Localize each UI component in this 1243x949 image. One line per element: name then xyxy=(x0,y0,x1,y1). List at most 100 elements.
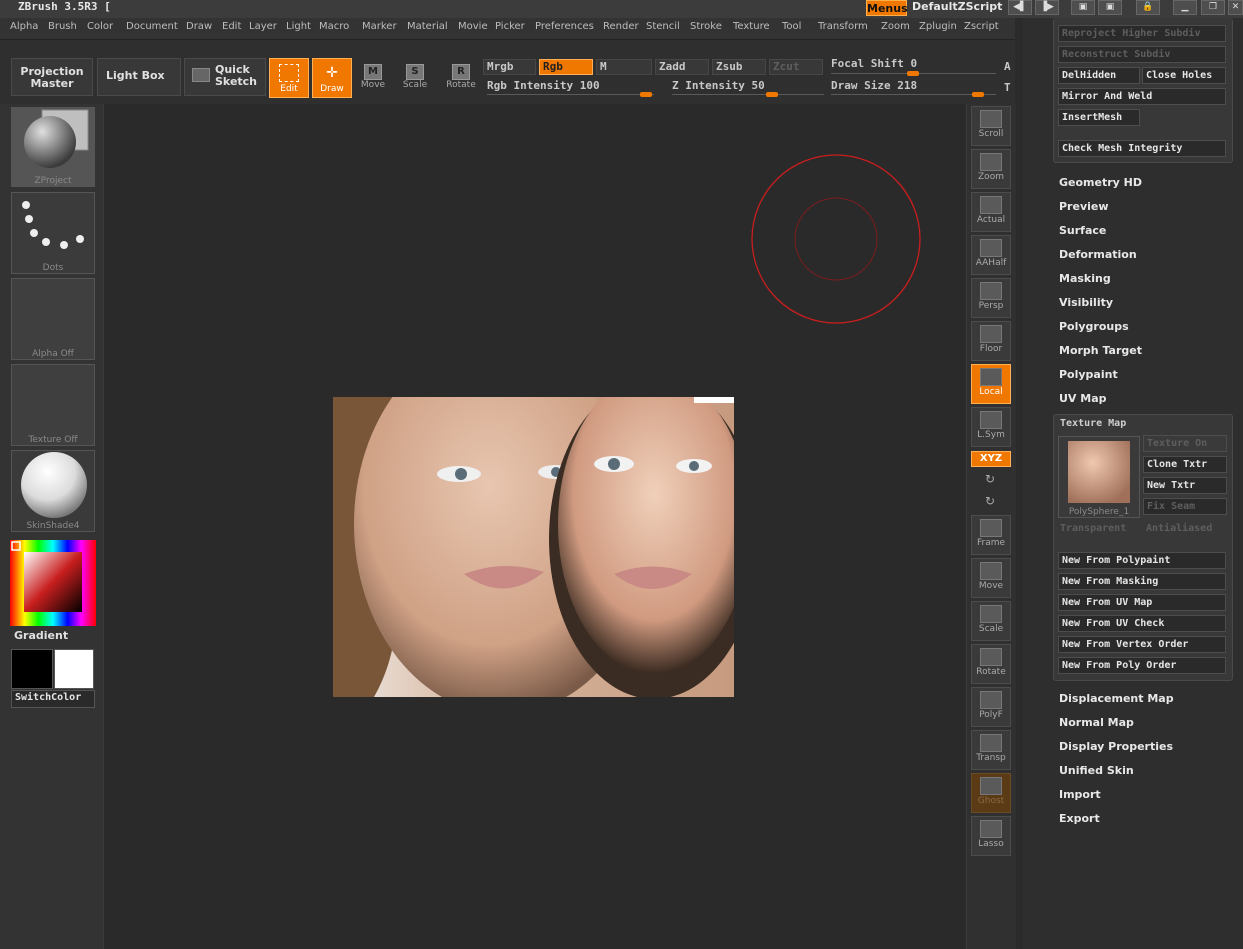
switch-color-button[interactable]: SwitchColor xyxy=(11,690,95,708)
dock-right-icon[interactable]: ▐▶ xyxy=(1035,0,1059,15)
stroke-dots-thumbnail[interactable]: Dots xyxy=(11,192,95,274)
persp-button[interactable]: Persp xyxy=(971,278,1011,318)
m-toggle[interactable]: M xyxy=(596,59,652,75)
gradient-toggle[interactable]: Gradient xyxy=(11,629,95,645)
move-mode-button[interactable]: M Move xyxy=(356,62,390,96)
menu-item-preferences[interactable]: Preferences xyxy=(535,21,594,32)
menu-item-layer[interactable]: Layer xyxy=(249,21,277,32)
zoom-button[interactable]: Zoom xyxy=(971,149,1011,189)
menu-item-marker[interactable]: Marker xyxy=(362,21,397,32)
layout-a-icon[interactable]: ▣ xyxy=(1071,0,1095,15)
menu-item-zplugin[interactable]: Zplugin xyxy=(919,21,957,32)
new-from-polypaint-button[interactable]: New From Polypaint xyxy=(1058,552,1226,569)
rotate-z-axis-icon[interactable]: ↻ xyxy=(985,494,995,508)
focal-shift-knob[interactable] xyxy=(907,71,919,76)
texture-on-toggle[interactable]: Texture On xyxy=(1143,435,1227,452)
new-from-vertex-order-button[interactable]: New From Vertex Order xyxy=(1058,636,1226,653)
z-intensity-slider[interactable] xyxy=(672,94,824,95)
mrgb-toggle[interactable]: Mrgb xyxy=(483,59,536,75)
menu-item-zoom[interactable]: Zoom xyxy=(881,21,910,32)
menu-item-picker[interactable]: Picker xyxy=(495,21,525,32)
menu-item-stencil[interactable]: Stencil xyxy=(646,21,680,32)
menu-item-transform[interactable]: Transform xyxy=(818,21,868,32)
transparent-toggle[interactable]: Transparent xyxy=(1060,523,1126,534)
polyf-button[interactable]: PolyF xyxy=(971,687,1011,727)
move-button[interactable]: Move xyxy=(971,558,1011,598)
draw-size-knob[interactable] xyxy=(972,92,984,97)
menu-item-texture[interactable]: Texture xyxy=(733,21,770,32)
new-from-uv-check-button[interactable]: New From UV Check xyxy=(1058,615,1226,632)
layout-b-icon[interactable]: ▣ xyxy=(1098,0,1122,15)
new-from-uv-map-button[interactable]: New From UV Map xyxy=(1058,594,1226,611)
section-polygroups[interactable]: Polygroups xyxy=(1059,320,1129,333)
scale-button[interactable]: Scale xyxy=(971,601,1011,641)
restore-icon[interactable]: ❐ xyxy=(1201,0,1225,15)
rgb-intensity-slider[interactable] xyxy=(487,94,654,95)
lsym-button[interactable]: L.Sym xyxy=(971,407,1011,447)
z-intensity-knob[interactable] xyxy=(766,92,778,97)
clone-txtr-button[interactable]: Clone Txtr xyxy=(1143,456,1227,473)
rotate-mode-button[interactable]: R Rotate xyxy=(444,62,478,96)
rotate-button[interactable]: Rotate xyxy=(971,644,1011,684)
texture-thumbnail-slot[interactable]: PolySphere_1 xyxy=(1058,436,1140,518)
rgb-toggle[interactable]: Rgb xyxy=(539,59,593,75)
menu-item-draw[interactable]: Draw xyxy=(186,21,212,32)
new-from-masking-button[interactable]: New From Masking xyxy=(1058,573,1226,590)
zcut-toggle[interactable]: Zcut xyxy=(769,59,823,75)
menu-item-stroke[interactable]: Stroke xyxy=(690,21,722,32)
menus-toggle-button[interactable]: Menus xyxy=(866,0,908,16)
section-polypaint[interactable]: Polypaint xyxy=(1059,368,1118,381)
menu-item-macro[interactable]: Macro xyxy=(319,21,349,32)
aahalf-button[interactable]: AAHalf xyxy=(971,235,1011,275)
section-uv-map[interactable]: UV Map xyxy=(1059,392,1107,405)
edit-mode-button[interactable]: Edit xyxy=(269,58,309,98)
transp-button[interactable]: Transp xyxy=(971,730,1011,770)
reproject-higher-subdiv-button[interactable]: Reproject Higher Subdiv xyxy=(1058,25,1226,42)
draw-mode-button[interactable]: ✛ Draw xyxy=(312,58,352,98)
reconstruct-subdiv-button[interactable]: Reconstruct Subdiv xyxy=(1058,46,1226,63)
fix-seam-button[interactable]: Fix Seam xyxy=(1143,498,1227,515)
new-from-poly-order-button[interactable]: New From Poly Order xyxy=(1058,657,1226,674)
light-box-button[interactable]: Light Box xyxy=(97,58,181,96)
mirror-and-weld-button[interactable]: Mirror And Weld xyxy=(1058,88,1226,105)
menu-item-light[interactable]: Light xyxy=(286,21,311,32)
new-txtr-button[interactable]: New Txtr xyxy=(1143,477,1227,494)
rgb-intensity-knob[interactable] xyxy=(640,92,652,97)
quick-sketch-button[interactable]: Quick Sketch xyxy=(184,58,266,96)
alpha-thumbnail[interactable]: Alpha Off xyxy=(11,278,95,360)
menu-item-movie[interactable]: Movie xyxy=(458,21,488,32)
menu-item-zscript[interactable]: Zscript xyxy=(964,21,999,32)
floor-button[interactable]: Floor xyxy=(971,321,1011,361)
material-thumbnail[interactable]: SkinShade4 xyxy=(11,450,95,532)
section-geometry-hd[interactable]: Geometry HD xyxy=(1059,176,1142,189)
lasso-button[interactable]: Lasso xyxy=(971,816,1011,856)
lock-icon[interactable]: 🔒 xyxy=(1136,0,1160,15)
xyz-symmetry-toggle[interactable]: XYZ xyxy=(971,451,1011,467)
section-surface[interactable]: Surface xyxy=(1059,224,1106,237)
color-picker[interactable] xyxy=(10,540,96,626)
insertmesh-button[interactable]: InsertMesh xyxy=(1058,109,1140,126)
section-masking[interactable]: Masking xyxy=(1059,272,1111,285)
frame-button[interactable]: Frame xyxy=(971,515,1011,555)
texture-thumbnail[interactable]: Texture Off xyxy=(11,364,95,446)
section-unified-skin[interactable]: Unified Skin xyxy=(1059,764,1134,777)
section-displacement-map[interactable]: Displacement Map xyxy=(1059,692,1174,705)
dock-left-icon[interactable]: ◀▌ xyxy=(1008,0,1032,15)
section-export[interactable]: Export xyxy=(1059,812,1100,825)
menu-item-edit[interactable]: Edit xyxy=(222,21,241,32)
projection-master-button[interactable]: Projection Master xyxy=(11,58,93,96)
zadd-toggle[interactable]: Zadd xyxy=(655,59,709,75)
minimize-icon[interactable]: ▁ xyxy=(1173,0,1197,15)
menu-item-render[interactable]: Render xyxy=(603,21,639,32)
zsub-toggle[interactable]: Zsub xyxy=(712,59,766,75)
actual-button[interactable]: Actual xyxy=(971,192,1011,232)
menu-item-tool[interactable]: Tool xyxy=(782,21,801,32)
menu-item-alpha[interactable]: Alpha xyxy=(10,21,38,32)
section-display-properties[interactable]: Display Properties xyxy=(1059,740,1173,753)
close-icon[interactable]: ✕ xyxy=(1228,0,1243,15)
scale-mode-button[interactable]: S Scale xyxy=(398,62,432,96)
section-morph-target[interactable]: Morph Target xyxy=(1059,344,1142,357)
antialiased-toggle[interactable]: Antialiased xyxy=(1146,523,1212,534)
local-button[interactable]: Local xyxy=(971,364,1011,404)
primary-color-swatch[interactable] xyxy=(11,649,53,689)
